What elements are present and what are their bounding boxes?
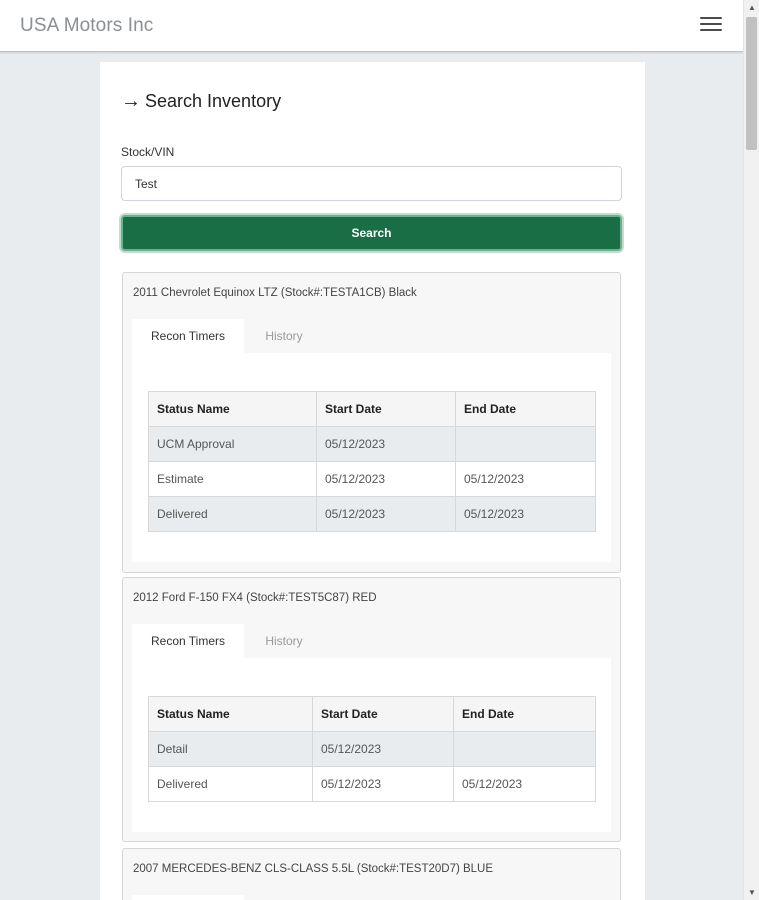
cell-status: Delivered — [148, 496, 317, 532]
stock-vin-label: Stock/VIN — [121, 145, 175, 159]
cell-end-date — [453, 731, 596, 767]
table-row: Detail 05/12/2023 — [148, 731, 596, 767]
table-row: Estimate 05/12/2023 05/12/2023 — [148, 461, 596, 497]
recon-timers-table: Status Name Start Date End Date Detail 0… — [148, 696, 596, 802]
result-card: 2012 Ford F-150 FX4 (Stock#:TEST5C87) RE… — [122, 577, 621, 842]
cell-status: Estimate — [148, 461, 317, 497]
table-header-row: Status Name Start Date End Date — [148, 696, 596, 732]
tab-recon-timers[interactable]: Recon Timers — [132, 624, 244, 658]
result-card: 2011 Chevrolet Equinox LTZ (Stock#:TESTA… — [122, 272, 621, 573]
vehicle-title: 2011 Chevrolet Equinox LTZ (Stock#:TESTA… — [133, 287, 417, 299]
vehicle-title: 2007 MERCEDES-BENZ CLS-CLASS 5.5L (Stock… — [133, 863, 494, 875]
stock-vin-input[interactable] — [121, 166, 622, 201]
column-header-end-date: End Date — [453, 696, 596, 732]
cell-status: UCM Approval — [148, 426, 317, 462]
table-row: Delivered 05/12/2023 05/12/2023 — [148, 496, 596, 532]
cell-end-date — [455, 426, 596, 462]
cell-start-date: 05/12/2023 — [316, 426, 456, 462]
table-header-row: Status Name Start Date End Date — [148, 391, 596, 427]
top-navbar: USA Motors Inc — [0, 0, 743, 52]
page-title-text: Search Inventory — [145, 91, 282, 111]
column-header-status-name: Status Name — [148, 391, 317, 427]
search-button[interactable]: Search — [121, 215, 622, 251]
scrollbar[interactable]: ▲ ▼ — [743, 0, 759, 900]
cell-start-date: 05/12/2023 — [312, 766, 454, 802]
table-row: UCM Approval 05/12/2023 — [148, 426, 596, 462]
cell-status: Detail — [148, 731, 313, 767]
column-header-start-date: Start Date — [312, 696, 454, 732]
tab-recon-timers[interactable]: Recon Timers — [132, 319, 244, 353]
brand-title[interactable]: USA Motors Inc — [20, 15, 153, 37]
tab-history[interactable]: History — [244, 319, 324, 353]
arrow-right-icon: → — [121, 90, 141, 112]
tab-history[interactable]: History — [244, 624, 324, 658]
tab-recon-timers[interactable] — [132, 895, 244, 900]
cell-status: Delivered — [148, 766, 313, 802]
recon-timers-pane: Status Name Start Date End Date UCM Appr… — [132, 353, 611, 562]
column-header-start-date: Start Date — [316, 391, 456, 427]
scroll-down-arrow-icon[interactable]: ▼ — [748, 888, 756, 897]
cell-end-date: 05/12/2023 — [455, 461, 596, 497]
cell-end-date: 05/12/2023 — [453, 766, 596, 802]
result-card: 2007 MERCEDES-BENZ CLS-CLASS 5.5L (Stock… — [122, 848, 621, 900]
recon-timers-table: Status Name Start Date End Date UCM Appr… — [148, 391, 596, 532]
recon-timers-pane: Status Name Start Date End Date Detail 0… — [132, 658, 611, 832]
search-panel: → Search Inventory Stock/VIN Search 2011… — [100, 62, 645, 900]
cell-start-date: 05/12/2023 — [316, 496, 456, 532]
scroll-thumb[interactable] — [746, 17, 757, 150]
cell-start-date: 05/12/2023 — [316, 461, 456, 497]
cell-end-date: 05/12/2023 — [455, 496, 596, 532]
cell-start-date: 05/12/2023 — [312, 731, 454, 767]
column-header-status-name: Status Name — [148, 696, 313, 732]
scroll-up-arrow-icon[interactable]: ▲ — [748, 3, 756, 12]
menu-icon[interactable] — [700, 17, 722, 35]
column-header-end-date: End Date — [455, 391, 596, 427]
table-row: Delivered 05/12/2023 05/12/2023 — [148, 766, 596, 802]
vehicle-title: 2012 Ford F-150 FX4 (Stock#:TEST5C87) RE… — [133, 592, 377, 604]
page-title: → Search Inventory — [121, 90, 281, 113]
